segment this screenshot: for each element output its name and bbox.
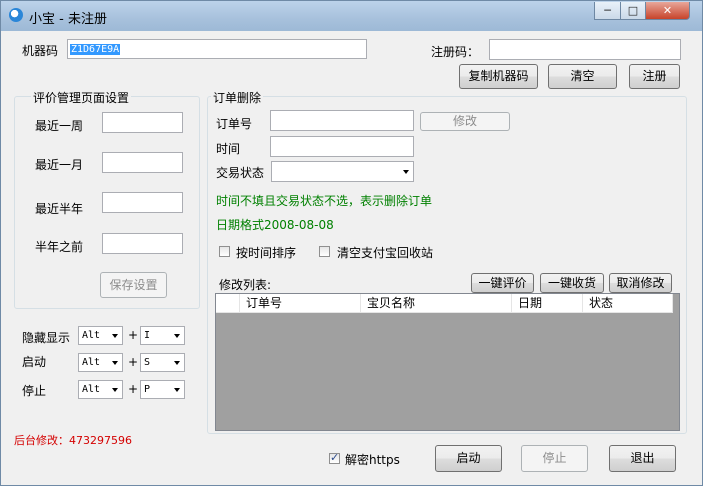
machine-code-label: 机器码 bbox=[22, 44, 59, 58]
time-label: 时间 bbox=[216, 142, 241, 156]
one-click-receive-button[interactable]: 一键收货 bbox=[540, 273, 604, 293]
list-header: 订单号 宝贝名称 日期 状态 bbox=[216, 294, 673, 313]
week-label: 最近一周 bbox=[35, 119, 84, 133]
order-delete-title: 订单删除 bbox=[211, 89, 264, 106]
plus-sign: + bbox=[128, 328, 139, 342]
app-icon bbox=[9, 8, 23, 22]
hotkey-hide-label: 隐藏显示 bbox=[22, 331, 71, 345]
regcode-input[interactable] bbox=[489, 39, 681, 60]
trade-status-label: 交易状态 bbox=[216, 166, 265, 180]
dropdown-arrow-icon bbox=[112, 361, 118, 365]
clear-alipay-label[interactable]: 清空支付宝回收站 bbox=[337, 244, 433, 261]
trade-status-select[interactable] bbox=[271, 161, 414, 182]
regcode-label: 注册码： bbox=[431, 45, 480, 59]
hotkey-stop-label: 停止 bbox=[22, 384, 47, 398]
modify-button[interactable]: 修改 bbox=[420, 112, 510, 131]
review-settings-title: 评价管理页面设置 bbox=[31, 89, 132, 106]
hotkey-stop-mod-select[interactable]: Alt bbox=[78, 380, 123, 399]
cancel-modify-button[interactable]: 取消修改 bbox=[609, 273, 672, 293]
month-input[interactable] bbox=[102, 152, 183, 173]
delete-hint: 时间不填且交易状态不选，表示删除订单 bbox=[216, 194, 433, 208]
backend-modify-note: 后台修改：473297596 bbox=[14, 434, 132, 447]
start-button[interactable]: 启动 bbox=[435, 445, 502, 472]
week-input[interactable] bbox=[102, 112, 183, 133]
hotkey-start-label: 启动 bbox=[22, 355, 47, 369]
column-header-blank[interactable] bbox=[216, 294, 240, 312]
sort-by-time-label[interactable]: 按时间排序 bbox=[236, 244, 296, 261]
order-no-input[interactable] bbox=[270, 110, 414, 131]
half-year-input[interactable] bbox=[102, 192, 183, 213]
dropdown-arrow-icon bbox=[174, 334, 180, 338]
time-input[interactable] bbox=[270, 136, 414, 157]
dropdown-arrow-icon bbox=[174, 361, 180, 365]
machine-code-field[interactable]: Z1D67E9A bbox=[67, 39, 367, 59]
hotkey-hide-key-value: I bbox=[144, 330, 151, 341]
hotkey-hide-mod-value: Alt bbox=[82, 330, 101, 341]
decrypt-https-checkbox[interactable] bbox=[329, 451, 340, 464]
hotkey-stop-key-select[interactable]: P bbox=[140, 380, 185, 399]
title-bar[interactable]: 小宝 - 未注册 ─ □ ✕ bbox=[1, 1, 702, 31]
machine-code-value: Z1D67E9A bbox=[70, 44, 121, 55]
copy-machine-code-button[interactable]: 复制机器码 bbox=[459, 64, 538, 89]
clear-button[interactable]: 清空 bbox=[548, 64, 617, 89]
column-header-date[interactable]: 日期 bbox=[512, 294, 583, 312]
hotkey-start-key-select[interactable]: S bbox=[140, 353, 185, 372]
clear-alipay-checkbox[interactable] bbox=[319, 246, 330, 257]
hotkey-hide-mod-select[interactable]: Alt bbox=[78, 326, 123, 345]
column-header-item-name[interactable]: 宝贝名称 bbox=[361, 294, 512, 312]
order-no-label: 订单号 bbox=[216, 117, 253, 131]
hotkey-stop-key-value: P bbox=[144, 384, 151, 395]
maximize-button[interactable]: □ bbox=[620, 2, 646, 20]
month-label: 最近一月 bbox=[35, 158, 84, 172]
stop-button[interactable]: 停止 bbox=[521, 445, 588, 472]
main-window: 小宝 - 未注册 ─ □ ✕ 机器码 Z1D67E9A 注册码： 复制机器码 清… bbox=[0, 0, 703, 486]
modify-list-view[interactable]: 订单号 宝贝名称 日期 状态 bbox=[215, 293, 680, 431]
date-format-hint: 日期格式2008-08-08 bbox=[216, 218, 334, 232]
modify-list-label: 修改列表: bbox=[219, 278, 272, 292]
close-button[interactable]: ✕ bbox=[645, 2, 690, 20]
minimize-button[interactable]: ─ bbox=[594, 2, 621, 20]
hotkey-hide-key-select[interactable]: I bbox=[140, 326, 185, 345]
half-year-label: 最近半年 bbox=[35, 202, 84, 216]
window-title: 小宝 - 未注册 bbox=[29, 12, 107, 27]
dropdown-arrow-icon bbox=[174, 388, 180, 392]
register-button[interactable]: 注册 bbox=[629, 64, 680, 89]
plus-sign: + bbox=[128, 382, 139, 396]
dropdown-arrow-icon bbox=[112, 388, 118, 392]
hotkey-start-mod-select[interactable]: Alt bbox=[78, 353, 123, 372]
plus-sign: + bbox=[128, 355, 139, 369]
column-header-status[interactable]: 状态 bbox=[583, 294, 673, 312]
hotkey-start-mod-value: Alt bbox=[82, 357, 101, 368]
hotkey-start-key-value: S bbox=[144, 357, 151, 368]
decrypt-https-label[interactable]: 解密https bbox=[345, 451, 400, 468]
one-click-review-button[interactable]: 一键评价 bbox=[471, 273, 534, 293]
column-header-order-no[interactable]: 订单号 bbox=[240, 294, 361, 312]
dropdown-arrow-icon bbox=[403, 170, 409, 174]
hotkey-stop-mod-value: Alt bbox=[82, 384, 101, 395]
dropdown-arrow-icon bbox=[112, 334, 118, 338]
before-half-year-input[interactable] bbox=[102, 233, 183, 254]
exit-button[interactable]: 退出 bbox=[609, 445, 676, 472]
sort-by-time-checkbox[interactable] bbox=[219, 246, 230, 257]
save-settings-button[interactable]: 保存设置 bbox=[100, 272, 167, 298]
before-half-year-label: 半年之前 bbox=[35, 240, 84, 254]
